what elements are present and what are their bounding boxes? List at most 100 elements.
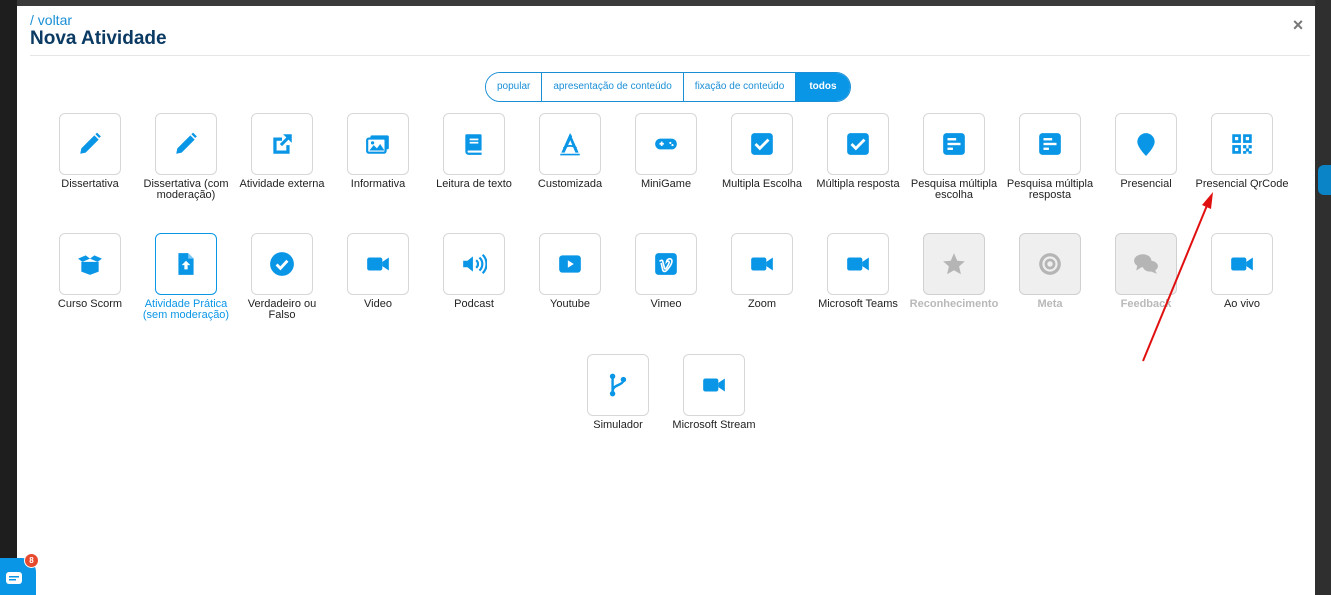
activity-podcast[interactable]: Podcast xyxy=(426,233,522,310)
activity-label: Atividade Prática (sem moderação) xyxy=(142,298,230,321)
checkbox-icon xyxy=(751,133,773,155)
star-icon xyxy=(943,253,965,275)
activity-multipla-resposta[interactable]: Múltipla resposta xyxy=(810,113,906,190)
activity-label: Múltipla resposta xyxy=(816,178,900,190)
activity-icon-box xyxy=(731,113,793,175)
activity-label: Feedback xyxy=(1120,298,1172,310)
activity-reconhecimento[interactable]: Reconhecimento xyxy=(906,233,1002,310)
box-open-icon xyxy=(78,255,102,275)
activity-microsoft-stream[interactable]: Microsoft Stream xyxy=(666,354,762,431)
back-link[interactable]: / voltar xyxy=(30,12,72,28)
activity-label: Leitura de texto xyxy=(436,178,512,190)
pencil-icon xyxy=(80,132,101,154)
activity-multipla-escolha[interactable]: Multipla Escolha xyxy=(714,113,810,190)
activity-icon-box xyxy=(635,113,697,175)
activity-vimeo[interactable]: Vimeo xyxy=(618,233,714,310)
volume-icon xyxy=(463,254,487,274)
check-circle-icon xyxy=(270,252,294,276)
activity-label: Presencial QrCode xyxy=(1195,178,1289,190)
activity-icon-box xyxy=(155,233,217,295)
activity-icon-box xyxy=(1019,233,1081,295)
activity-icon-box xyxy=(1211,233,1273,295)
modal-title: Nova Atividade xyxy=(30,28,167,49)
activity-label: Reconhecimento xyxy=(909,298,999,310)
activity-zoom[interactable]: Zoom xyxy=(714,233,810,310)
activity-label: Microsoft Teams xyxy=(818,298,898,310)
close-button[interactable]: × xyxy=(1289,16,1307,34)
activity-atividade-pratica[interactable]: Atividade Prática (sem moderação) xyxy=(138,233,234,321)
activity-icon-box xyxy=(347,113,409,175)
qrcode-icon xyxy=(1232,134,1252,154)
activity-icon-box xyxy=(827,233,889,295)
activity-minigame[interactable]: MiniGame xyxy=(618,113,714,190)
file-upload-icon xyxy=(178,253,194,275)
video-camera-icon xyxy=(1231,257,1253,271)
activity-icon-box xyxy=(827,113,889,175)
activity-dissertativa[interactable]: Dissertativa xyxy=(42,113,138,190)
activity-label: Dissertativa xyxy=(61,178,119,190)
activity-label: Simulador xyxy=(593,419,643,431)
checkbox-icon xyxy=(847,133,869,155)
activity-presencial-qrcode[interactable]: Presencial QrCode xyxy=(1194,113,1290,190)
target-icon xyxy=(1039,253,1061,275)
background-left-panel xyxy=(0,0,17,595)
activity-informativa[interactable]: Informativa xyxy=(330,113,426,190)
activity-icon-box xyxy=(251,113,313,175)
activity-pesquisa-multipla-escolha[interactable]: Pesquisa múltipla escolha xyxy=(906,113,1002,201)
activity-label: Informativa xyxy=(350,178,406,190)
filter-content-presentation[interactable]: apresentação de conteúdo xyxy=(542,73,684,101)
book-icon xyxy=(465,134,482,155)
activity-video[interactable]: Video xyxy=(330,233,426,310)
activity-label: Pesquisa múltipla escolha xyxy=(910,178,998,201)
activity-pesquisa-multipla-resposta[interactable]: Pesquisa múltipla resposta xyxy=(1002,113,1098,201)
comments-icon xyxy=(1134,254,1158,274)
new-activity-modal: / voltar Nova Atividade × popular aprese… xyxy=(17,6,1315,595)
activity-microsoft-teams[interactable]: Microsoft Teams xyxy=(810,233,906,310)
activity-label: Podcast xyxy=(454,298,494,310)
video-camera-icon xyxy=(703,378,725,392)
activity-label: Verdadeiro ou Falso xyxy=(247,298,317,321)
activity-icon-box xyxy=(1115,113,1177,175)
activity-label: Zoom xyxy=(747,298,777,310)
external-link-icon xyxy=(273,134,292,154)
activity-label: Dissertativa (com moderação) xyxy=(143,178,229,201)
activity-label: Video xyxy=(364,298,392,310)
activity-label: Multipla Escolha xyxy=(721,178,803,190)
map-pin-icon xyxy=(1137,133,1155,156)
activity-label: MiniGame xyxy=(640,178,692,190)
activity-simulador[interactable]: Simulador xyxy=(570,354,666,431)
activity-feedback[interactable]: Feedback xyxy=(1098,233,1194,310)
activity-youtube[interactable]: Youtube xyxy=(522,233,618,310)
video-camera-icon xyxy=(847,257,869,271)
activity-atividade-externa[interactable]: Atividade externa xyxy=(234,113,330,190)
activity-verdadeiro-ou-falso[interactable]: Verdadeiro ou Falso xyxy=(234,233,330,321)
activity-meta[interactable]: Meta xyxy=(1002,233,1098,310)
drafting-compass-icon xyxy=(560,133,580,156)
activity-icon-box xyxy=(635,233,697,295)
activity-dissertativa-moderacao[interactable]: Dissertativa (com moderação) xyxy=(138,113,234,201)
activity-icon-box xyxy=(443,233,505,295)
filter-content-fixation[interactable]: fixação de conteúdo xyxy=(683,73,797,101)
pencil-icon xyxy=(176,132,197,154)
activity-label: Atividade externa xyxy=(239,178,325,190)
activity-curso-scorm[interactable]: Curso Scorm xyxy=(42,233,138,310)
filter-popular[interactable]: popular xyxy=(486,73,543,101)
activity-customizada[interactable]: Customizada xyxy=(522,113,618,190)
activity-label: Meta xyxy=(1037,298,1063,310)
header-divider xyxy=(30,55,1310,56)
video-camera-icon xyxy=(367,257,389,271)
side-feedback-tab[interactable] xyxy=(1318,165,1331,195)
activity-icon-box xyxy=(443,113,505,175)
activity-icon-box xyxy=(59,233,121,295)
filter-all[interactable]: todos xyxy=(796,73,850,101)
activity-presencial[interactable]: Presencial xyxy=(1098,113,1194,190)
activity-icon-box xyxy=(731,233,793,295)
activity-icon-box xyxy=(923,113,985,175)
activity-leitura-de-texto[interactable]: Leitura de texto xyxy=(426,113,522,190)
poll-icon xyxy=(1039,133,1061,155)
activity-icon-box xyxy=(683,354,745,416)
video-camera-icon xyxy=(751,257,773,271)
poll-icon xyxy=(943,133,965,155)
activity-ao-vivo[interactable]: Ao vivo xyxy=(1194,233,1290,310)
category-filter-group: popular apresentação de conteúdo fixação… xyxy=(485,72,851,102)
